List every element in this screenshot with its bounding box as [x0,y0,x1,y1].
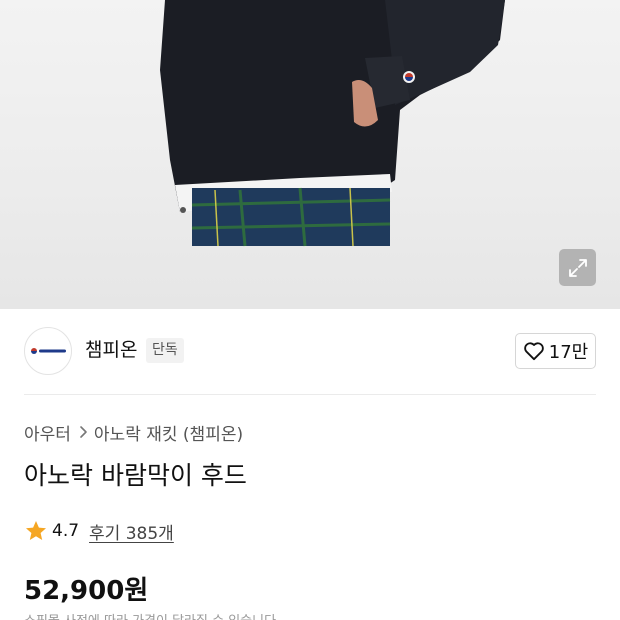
divider [24,394,596,395]
breadcrumb-category[interactable]: 아우터 [24,420,71,445]
product-title: 아노락 바람막이 후드 [24,461,247,490]
brand-row: 챔피온 단독 17만 [24,326,596,376]
price-note: 쇼핑몰 사정에 따라 가격이 달라질 수 있습니다 [24,610,276,620]
like-button[interactable]: 17만 [515,333,596,369]
chevron-right-icon [79,425,88,439]
rating-value: 4.7 [52,521,80,541]
brand-name[interactable]: 챔피온 [85,338,137,362]
exclusive-badge: 단독 [146,338,184,363]
breadcrumb: 아우터 아노락 재킷 (챔피온) [24,420,243,445]
expand-button[interactable] [559,249,596,286]
star-icon [26,521,46,540]
product-image[interactable] [0,0,620,309]
reviews-link[interactable]: 후기 385개 [89,519,174,544]
heart-icon [524,342,544,361]
champion-logo [31,348,66,354]
like-count: 17만 [548,342,589,363]
brand-logo[interactable] [24,327,72,375]
rating-row: 4.7 후기 385개 [24,518,174,544]
breadcrumb-subcategory[interactable]: 아노락 재킷 (챔피온) [94,420,243,445]
jacket-photo [160,0,505,247]
expand-icon [568,258,587,277]
price: 52,900원 [24,576,149,606]
